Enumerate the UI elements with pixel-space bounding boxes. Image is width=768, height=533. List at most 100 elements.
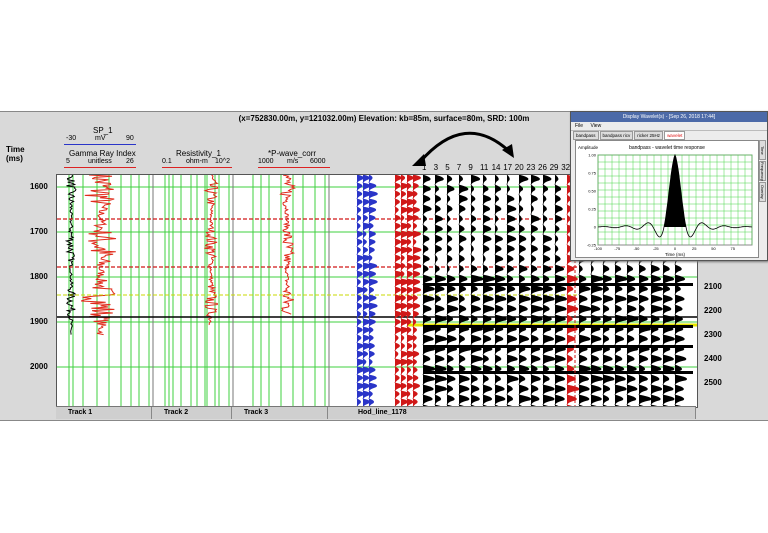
seismic-trace: [530, 224, 538, 236]
gamma-log-min: 5: [66, 158, 70, 165]
synthetic-trace-red: [400, 254, 405, 264]
seismic-trace: [626, 304, 637, 316]
seismic-trace: [626, 384, 638, 396]
seismic-trace: [494, 194, 499, 206]
side-tab-overlay[interactable]: Overlay: [759, 182, 766, 202]
track-2-label[interactable]: Track 2: [152, 407, 232, 419]
wavelet-display-window[interactable]: Display Wavelet(s) - [Sep 26, 2018 17:44…: [570, 111, 768, 261]
seismic-trace: [470, 175, 481, 186]
side-tab-time[interactable]: Time: [759, 140, 766, 160]
seismic-trace: [662, 374, 670, 386]
wavelet-window-title[interactable]: Display Wavelet(s) - [Sep 26, 2018 17:44…: [571, 112, 767, 122]
synthetic-trace-red: [412, 175, 421, 184]
seismic-trace: [518, 304, 528, 316]
seismic-trace: [674, 354, 687, 366]
tab-bandpass-ricv[interactable]: bandpass ricv: [599, 131, 634, 140]
seismic-trace: [494, 204, 502, 216]
seismic-trace: [422, 224, 428, 236]
seismic-trace: [650, 334, 661, 346]
sp-log-name[interactable]: SP_1: [93, 126, 113, 135]
synthetic-trace-red: [394, 175, 402, 184]
wavelet-y-tick: 0.50: [588, 189, 597, 194]
tab-wavelet[interactable]: wavelet: [664, 131, 686, 140]
synthetic-trace-red: [412, 182, 419, 192]
seismic-trace: [530, 284, 544, 296]
gamma-log-name[interactable]: Gamma Ray Index: [69, 149, 136, 158]
track-3-label[interactable]: Track 3: [232, 407, 328, 419]
seismic-trace: [614, 354, 623, 366]
seismic-line-label[interactable]: Hod_line_1178: [328, 407, 696, 419]
seismic-trace: [434, 214, 443, 226]
seismic-trace: [626, 284, 636, 296]
seismic-trace: [434, 294, 441, 306]
tab-bandpass[interactable]: bandpass: [573, 131, 599, 140]
synthetic-trace-red: [406, 246, 413, 256]
side-tab-frequency[interactable]: Frequency: [759, 161, 766, 181]
seismic-trace: [494, 304, 504, 316]
synthetic-trace-red: [412, 294, 418, 304]
seismic-trace: [578, 304, 592, 316]
seismic-trace: [590, 394, 602, 406]
synthetic-trace-blue: [368, 175, 373, 184]
wavelet-side-tabs: Time Frequency Overlay: [759, 140, 767, 202]
seismic-trace: [434, 354, 445, 366]
wavelet-menu-bar: File View: [571, 122, 767, 131]
seismic-trace: [542, 175, 552, 186]
pwave-log-name[interactable]: *P-wave_corr: [268, 149, 316, 158]
time-tick: 2000: [30, 362, 48, 371]
seismic-trace: [434, 394, 442, 406]
seismic-trace: [518, 384, 529, 396]
synthetic-trace-red: [394, 342, 400, 352]
seismic-trace: [542, 294, 555, 306]
synthetic-trace-blue: [356, 294, 362, 304]
synthetic-trace-blue: [362, 294, 370, 304]
synthetic-trace-blue: [368, 294, 377, 304]
trace-number: 7: [456, 163, 462, 172]
synthetic-trace-blue: [368, 246, 375, 256]
resistivity-log-unit: ohm-m: [186, 158, 208, 165]
gamma-log-max: 26: [126, 158, 134, 165]
seismic-trace: [482, 214, 491, 226]
seismic-trace: [446, 214, 451, 226]
seismic-trace: [578, 354, 588, 366]
seismic-trace: [494, 284, 506, 296]
seismic-trace: [662, 384, 674, 396]
trace-number: 5: [445, 163, 450, 172]
seismic-trace: [458, 334, 465, 346]
synthetic-trace-blue: [356, 270, 363, 280]
synthetic-trace-red: [406, 294, 414, 304]
resistivity-log-name[interactable]: Resistivity_1: [176, 149, 221, 158]
synthetic-trace-blue: [368, 310, 376, 320]
synthetic-trace-blue: [362, 286, 368, 296]
seismic-trace: [566, 384, 580, 396]
seismic-trace: [626, 374, 636, 386]
synthetic-trace-blue: [368, 198, 378, 208]
synthetic-trace-blue: [368, 326, 374, 336]
seismic-trace: [650, 384, 663, 396]
seismic-trace: [638, 264, 646, 276]
seismic-trace: [482, 204, 491, 216]
menu-view[interactable]: View: [590, 123, 601, 129]
seismic-trace: [602, 294, 614, 306]
synthetic-trace-blue: [368, 278, 378, 288]
synthetic-trace-red: [412, 310, 419, 320]
synthetic-trace-red: [406, 358, 414, 368]
seismic-trace: [446, 224, 452, 236]
sp-scale-bar: [64, 144, 136, 145]
seismic-trace: [422, 254, 430, 266]
seismic-trace: [662, 294, 673, 306]
synthetic-trace-red: [394, 374, 400, 384]
tab-ricker-25hz[interactable]: ricker 25Hz: [634, 131, 664, 140]
menu-file[interactable]: File: [575, 123, 583, 129]
seismic-trace: [554, 394, 565, 406]
synthetic-trace-blue: [362, 198, 370, 208]
synthetic-trace-blue: [362, 270, 371, 280]
synthetic-trace-red: [394, 238, 402, 248]
seismic-trace: [554, 194, 561, 206]
track-1-label[interactable]: Track 1: [56, 407, 152, 419]
seismic-trace: [470, 204, 475, 216]
synthetic-trace-blue: [356, 310, 361, 320]
seismic-trace: [626, 354, 635, 366]
synthetic-trace-red: [412, 198, 417, 208]
synthetic-trace-red: [394, 198, 400, 208]
